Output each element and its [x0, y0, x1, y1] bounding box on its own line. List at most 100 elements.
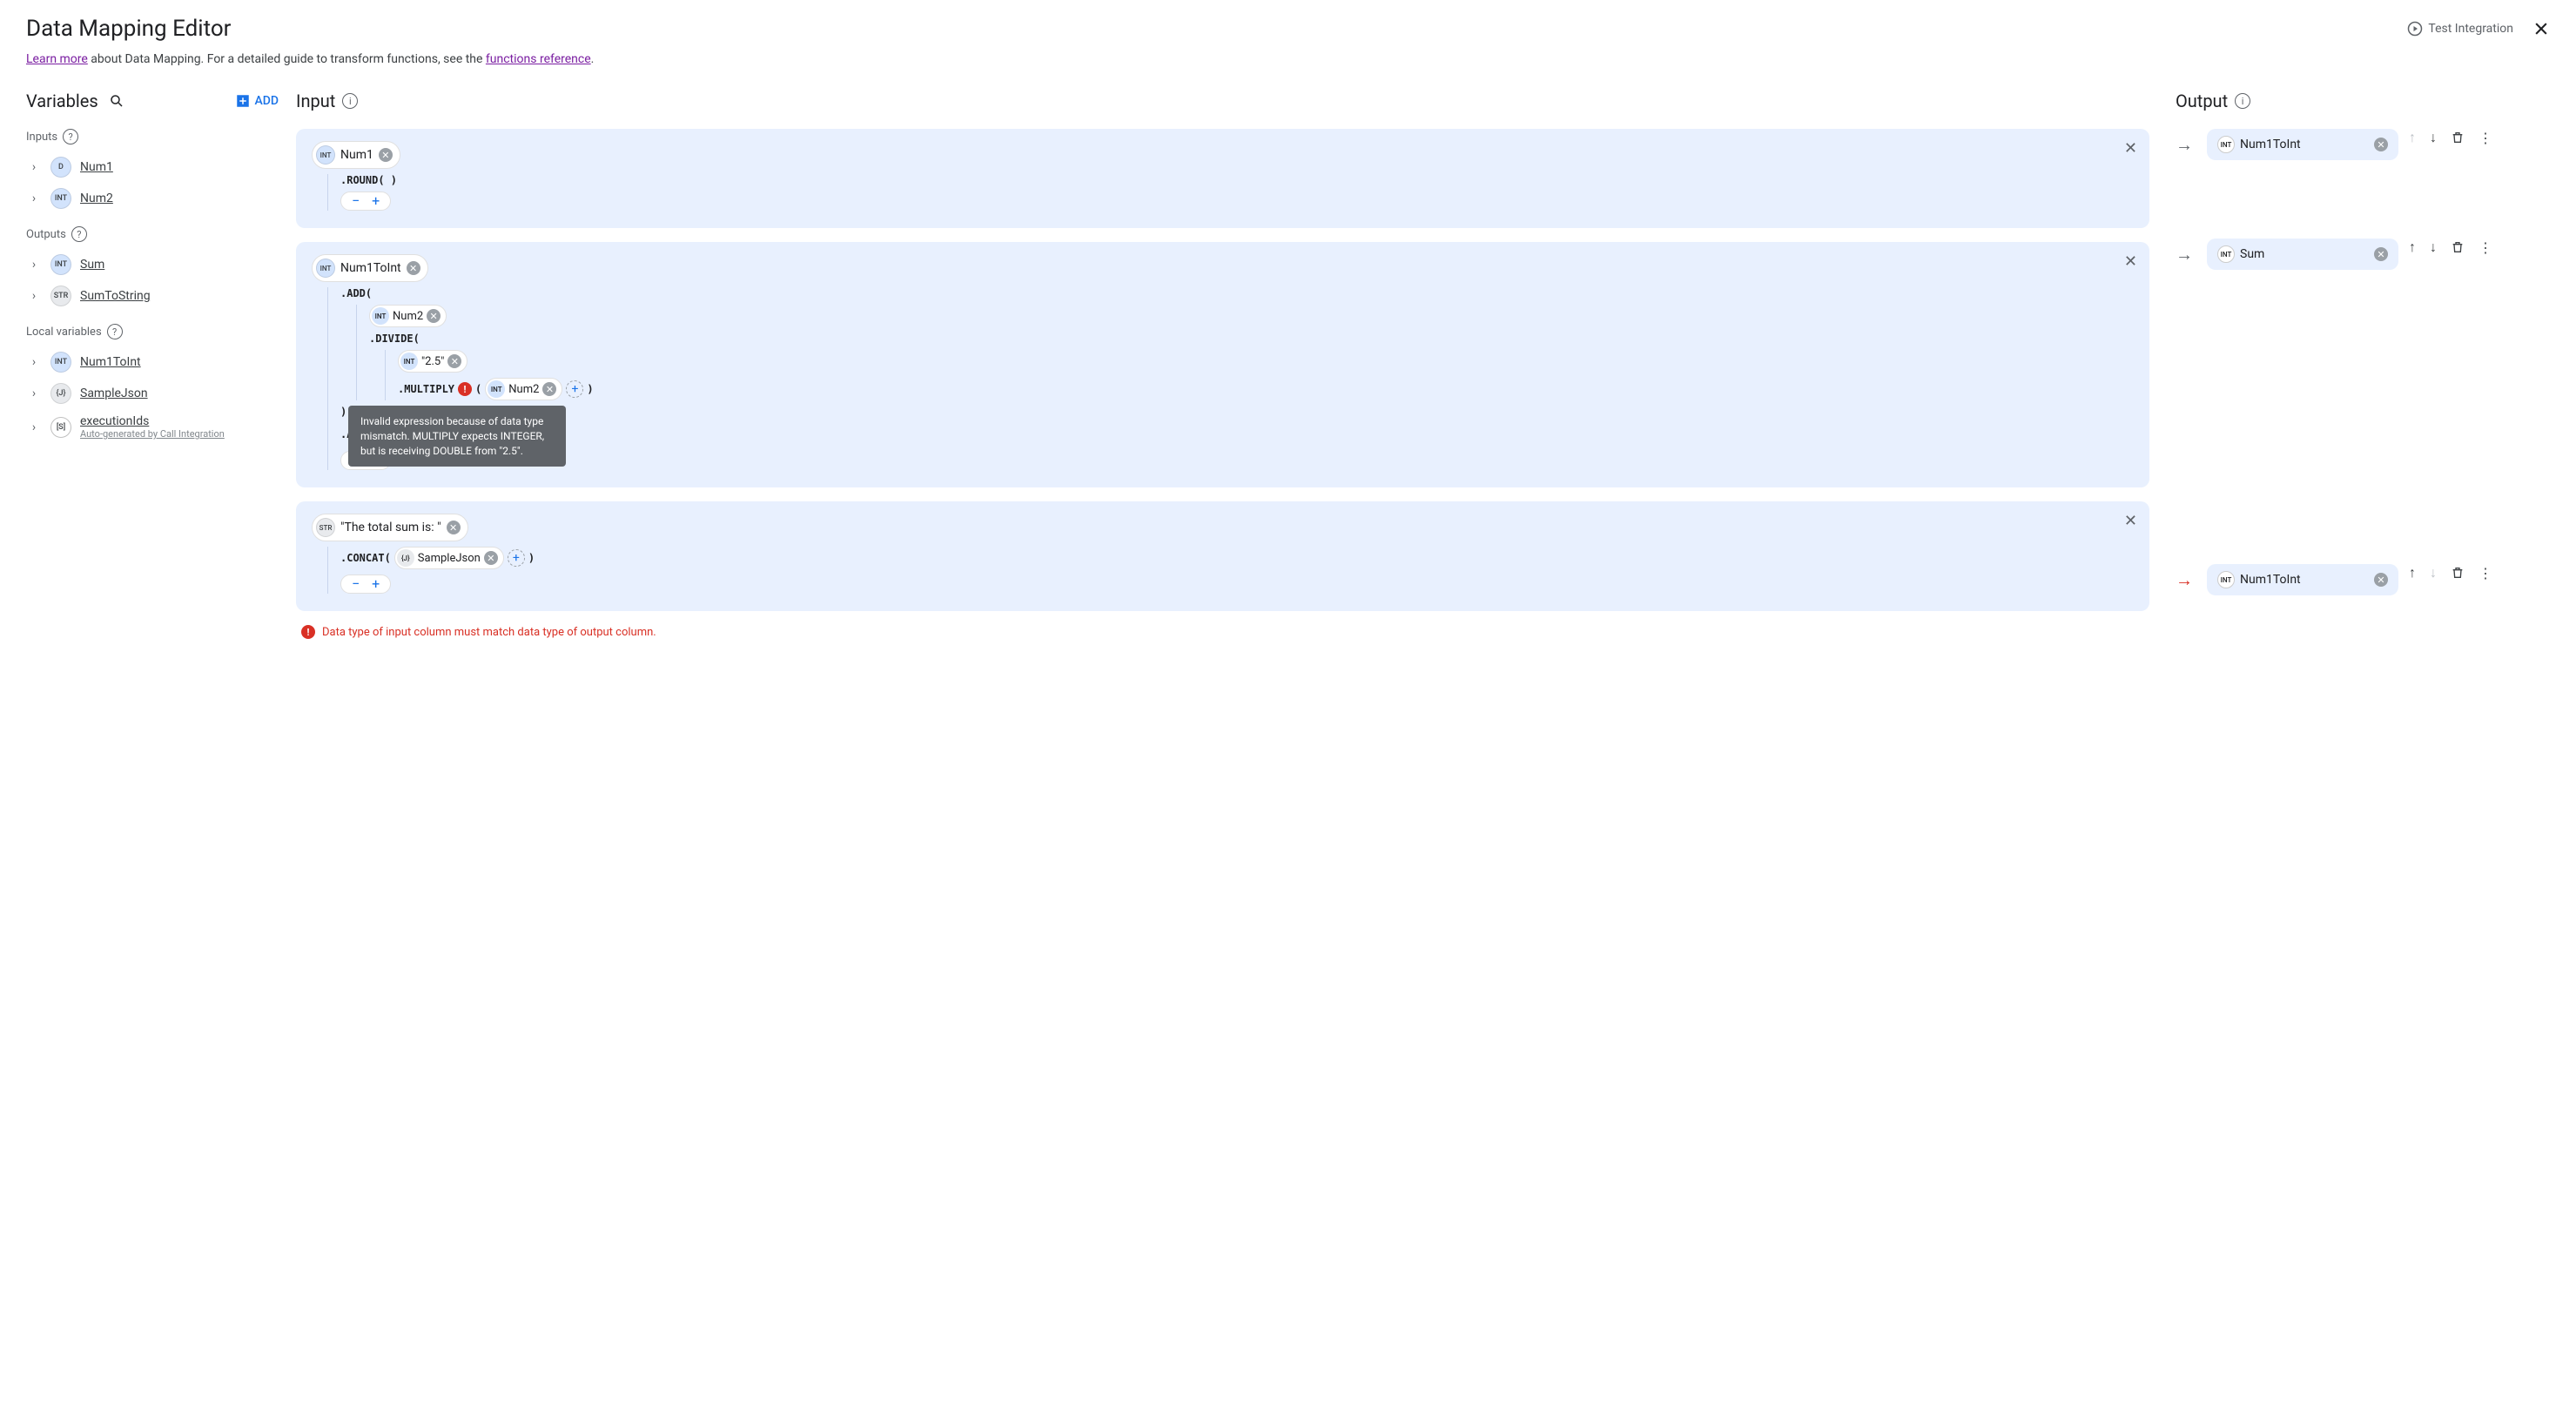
input-card: ✕ INT Num1ToInt ✕ .ADD( INT Num2	[296, 242, 2149, 487]
variable-pill[interactable]: INT Num2 ✕	[485, 378, 562, 400]
output-pill[interactable]: INT Sum ✕	[2207, 239, 2398, 270]
chevron-right-icon: ›	[26, 386, 42, 400]
arrow-right-icon: →	[2176, 129, 2196, 156]
variable-item[interactable]: › {J} SampleJson	[26, 378, 279, 409]
info-icon[interactable]: i	[342, 93, 358, 109]
minus-icon[interactable]: −	[352, 577, 360, 591]
variable-item[interactable]: › [S] executionIds Auto-generated by Cal…	[26, 409, 279, 445]
remove-icon[interactable]: ✕	[447, 354, 461, 368]
add-arg-icon[interactable]: +	[566, 380, 583, 398]
variable-name: executionIds	[80, 414, 225, 428]
move-down-icon[interactable]: ↓	[2430, 239, 2437, 256]
help-icon[interactable]: ?	[71, 226, 87, 242]
arrow-right-icon: →	[2176, 239, 2196, 265]
variable-pill[interactable]: INT Num1 ✕	[312, 141, 400, 169]
function-call[interactable]: .ROUND( )	[340, 174, 397, 186]
output-column-header: Output	[2176, 91, 2228, 111]
help-icon[interactable]: ?	[107, 324, 123, 339]
error-tooltip: Invalid expression because of data type …	[348, 406, 566, 467]
variable-pill[interactable]: INT Num1ToInt ✕	[312, 254, 428, 282]
plus-icon[interactable]: +	[372, 194, 380, 208]
error-icon[interactable]: !	[458, 382, 472, 396]
variable-name: Sum	[80, 258, 104, 272]
function-call[interactable]: .ADD(	[340, 287, 372, 299]
add-arg-icon[interactable]: +	[508, 549, 525, 567]
type-badge: [S]	[50, 417, 71, 438]
variable-pill[interactable]: STR "The total sum is: " ✕	[312, 514, 468, 541]
remove-icon[interactable]: ✕	[407, 261, 420, 275]
move-up-icon[interactable]: ↑	[2409, 564, 2416, 581]
output-pill[interactable]: INT Num1ToInt ✕	[2207, 564, 2398, 595]
plus-icon[interactable]: +	[372, 577, 380, 591]
subtitle-text: Learn more about Data Mapping. For a det…	[26, 52, 2550, 66]
chevron-right-icon: ›	[26, 191, 42, 205]
more-menu-icon[interactable]: ⋮	[2478, 130, 2492, 146]
add-variable-button[interactable]: ADD	[235, 93, 279, 109]
remove-icon[interactable]: ✕	[2374, 138, 2388, 151]
variable-item[interactable]: › INT Num1ToInt	[26, 346, 279, 378]
variable-pill[interactable]: INT Num2 ✕	[369, 305, 447, 327]
chevron-right-icon: ›	[26, 355, 42, 369]
input-card: ✕ INT Num1 ✕ .ROUND( ) −+	[296, 129, 2149, 228]
remove-icon[interactable]: ✕	[2374, 573, 2388, 587]
locals-group-label: Local variables ?	[26, 324, 279, 339]
more-menu-icon[interactable]: ⋮	[2478, 565, 2492, 581]
variable-name: Num2	[80, 191, 113, 205]
delete-icon[interactable]	[2451, 131, 2465, 144]
arrow-right-icon: →	[2176, 564, 2196, 591]
close-icon[interactable]	[2532, 20, 2550, 37]
remove-icon[interactable]: ✕	[542, 382, 556, 396]
chevron-right-icon: ›	[26, 420, 42, 434]
move-down-icon[interactable]: ↓	[2430, 129, 2437, 146]
remove-icon[interactable]: ✕	[484, 551, 498, 565]
variable-name: SumToString	[80, 289, 151, 303]
outputs-group-label: Outputs ?	[26, 226, 279, 242]
variable-item[interactable]: › STR SumToString	[26, 280, 279, 312]
test-integration-label: Test Integration	[2428, 22, 2513, 36]
move-up-icon: ↑	[2409, 129, 2416, 146]
move-down-icon: ↓	[2430, 564, 2437, 581]
function-call[interactable]: .DIVIDE(	[369, 333, 420, 345]
remove-icon[interactable]: ✕	[447, 521, 461, 534]
input-column-header: Input	[296, 91, 335, 111]
minus-icon[interactable]: −	[352, 194, 360, 208]
search-icon[interactable]	[109, 93, 124, 109]
remove-icon[interactable]: ✕	[2374, 247, 2388, 261]
close-icon[interactable]: ✕	[2124, 139, 2137, 158]
close-icon[interactable]: ✕	[2124, 252, 2137, 271]
function-call[interactable]: .MULTIPLY	[398, 383, 454, 395]
variable-name: Num1ToInt	[80, 355, 141, 369]
help-icon[interactable]: ?	[63, 129, 78, 144]
literal-pill[interactable]: INT "2.5" ✕	[398, 350, 467, 373]
output-pill[interactable]: INT Num1ToInt ✕	[2207, 129, 2398, 160]
chevron-right-icon: ›	[26, 258, 42, 272]
more-menu-icon[interactable]: ⋮	[2478, 239, 2492, 256]
functions-reference-link[interactable]: functions reference	[486, 52, 591, 66]
variable-item[interactable]: › INT Sum	[26, 249, 279, 280]
variable-item[interactable]: › INT Num2	[26, 183, 279, 214]
page-title: Data Mapping Editor	[26, 16, 232, 42]
footer-error: ! Data type of input column must match d…	[301, 625, 2149, 639]
close-icon[interactable]: ✕	[2124, 512, 2137, 530]
info-icon[interactable]: i	[2235, 93, 2250, 109]
type-badge: {J}	[50, 383, 71, 404]
remove-icon[interactable]: ✕	[427, 309, 441, 323]
variable-item[interactable]: › D Num1	[26, 151, 279, 183]
test-integration-button[interactable]: Test Integration	[2407, 21, 2513, 37]
inputs-group-label: Inputs ?	[26, 129, 279, 144]
move-up-icon[interactable]: ↑	[2409, 239, 2416, 256]
type-badge: INT	[50, 188, 71, 209]
type-badge: D	[50, 157, 71, 178]
add-remove-fn[interactable]: −+	[340, 191, 391, 211]
remove-icon[interactable]: ✕	[379, 148, 393, 162]
type-badge: INT	[50, 254, 71, 275]
learn-more-link[interactable]: Learn more	[26, 52, 88, 66]
variable-pill[interactable]: {J} SampleJson ✕	[394, 547, 504, 569]
add-remove-fn[interactable]: −+	[340, 574, 391, 594]
delete-icon[interactable]	[2451, 566, 2465, 580]
chevron-right-icon: ›	[26, 289, 42, 303]
variables-title: Variables	[26, 91, 98, 111]
delete-icon[interactable]	[2451, 240, 2465, 254]
variable-name: SampleJson	[80, 386, 148, 400]
function-call[interactable]: .CONCAT(	[340, 552, 391, 564]
